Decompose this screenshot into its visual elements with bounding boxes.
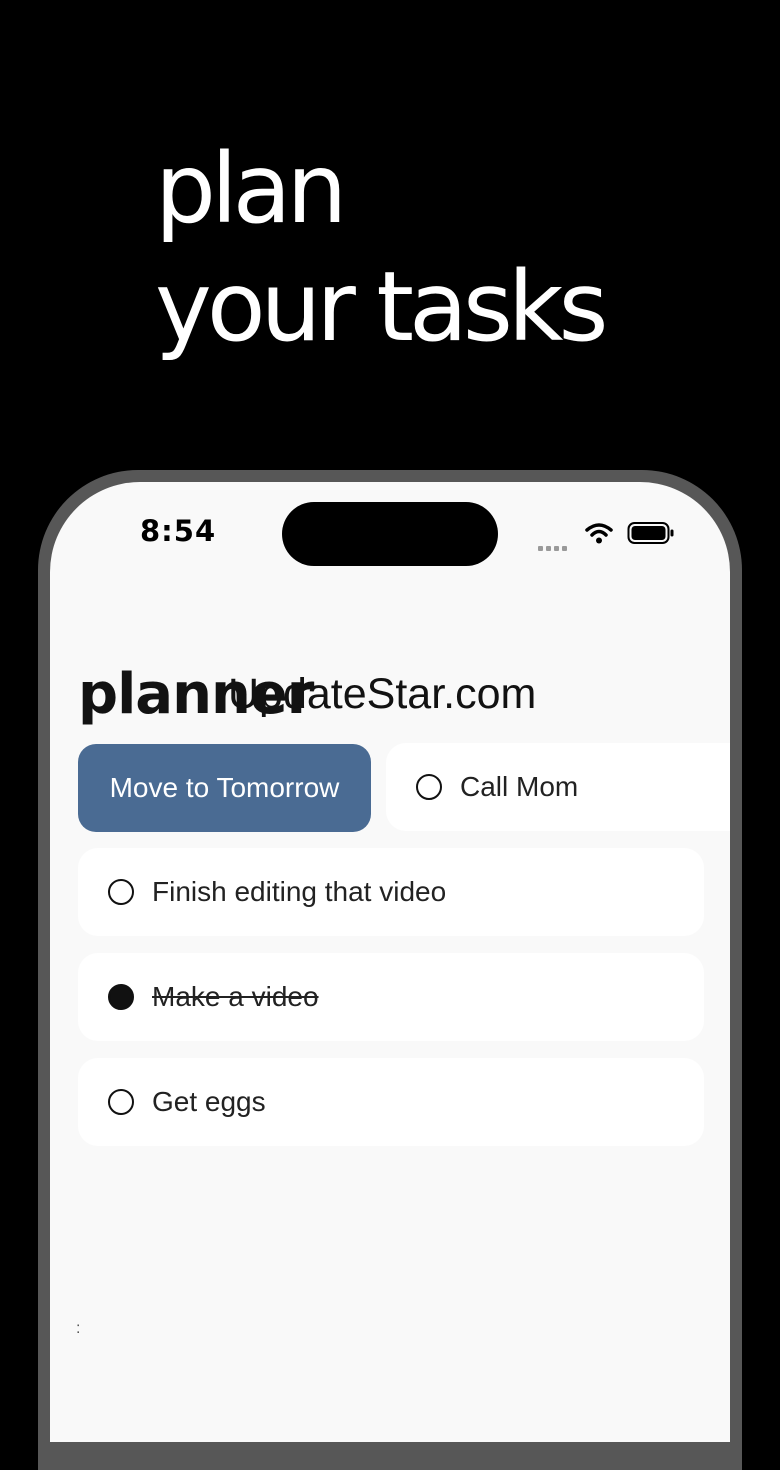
promo-headline: plan your tasks: [155, 130, 608, 366]
task-checkbox[interactable]: [108, 1089, 134, 1115]
task-checkbox-checked[interactable]: [108, 984, 134, 1010]
task-row-call-mom[interactable]: Call Mom: [386, 743, 730, 831]
headline-line-1: plan: [155, 133, 347, 245]
status-time: 8:54: [140, 514, 217, 548]
task-label: Finish editing that video: [152, 876, 447, 907]
task-checkbox[interactable]: [416, 774, 442, 800]
stray-mark: :: [76, 1320, 81, 1337]
task-row-get-eggs[interactable]: Get eggs: [78, 1058, 704, 1146]
task-label-completed: Make a video: [152, 981, 319, 1012]
dynamic-island: [282, 502, 498, 566]
app-title: planner: [78, 662, 314, 727]
task-label: Get eggs: [152, 1086, 266, 1117]
wifi-icon: [585, 523, 613, 544]
headline-line-2: your tasks: [155, 251, 608, 363]
task-row-make-video[interactable]: Make a video: [78, 953, 704, 1041]
battery-icon: [627, 522, 674, 544]
task-label: Call Mom: [460, 771, 579, 802]
cellular-signal-icon: [538, 538, 570, 556]
move-to-tomorrow-button[interactable]: Move to Tomorrow: [78, 744, 371, 832]
task-row-finish-editing[interactable]: Finish editing that video: [78, 848, 704, 936]
phone-screen: 8:54 planner UpdateStar.com Move to Tomo…: [50, 482, 730, 1442]
task-checkbox[interactable]: [108, 879, 134, 905]
